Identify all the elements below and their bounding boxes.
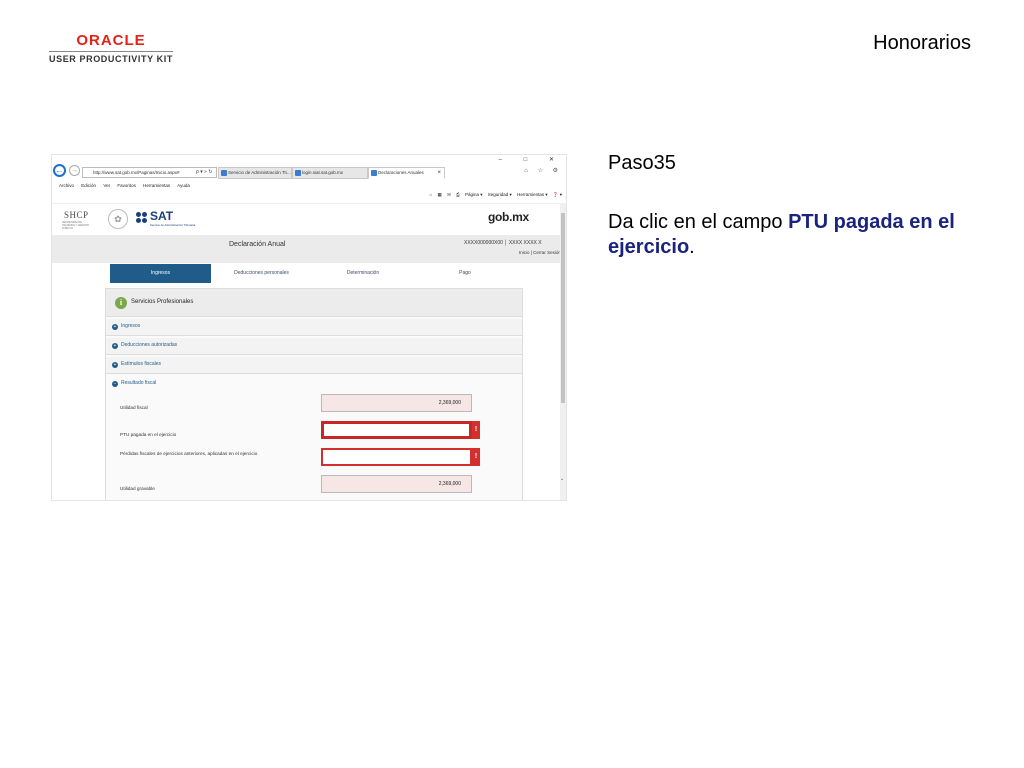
declaration-title: Declaración Anual (229, 241, 286, 248)
page-scrollbar[interactable]: ⌄ (560, 203, 566, 500)
site-header: SHCP SECRETARÍA DE HACIENDA Y CRÉDITO PÚ… (52, 203, 566, 235)
window-controls[interactable]: – □ ✕ (499, 156, 564, 163)
error-alert-icon: ! (472, 448, 480, 466)
section-label: Estímulos fiscales (121, 361, 162, 367)
command-bar: ⌂ ▦ ✉ ⎙ Página ▾ Seguridad ▾ Herramienta… (426, 190, 562, 200)
declaration-tabs: Ingresos Deducciones personales Determin… (110, 264, 524, 283)
browser-screenshot: ← → http://www.sat.gob.mx/Paginas/Inicio… (51, 154, 567, 501)
utilidad-fiscal-field: 2,369,000 (321, 394, 472, 412)
section-label: Ingresos (121, 323, 141, 329)
taxpayer-rfc: XXXX000000X00 │ XXXX XXXX X (464, 240, 542, 246)
home-icon[interactable]: ⌂ (430, 192, 433, 197)
chevron-down-icon[interactable]: ⌄ (560, 476, 564, 482)
collapse-icon: − (112, 381, 118, 387)
forward-arrow-icon[interactable]: → (69, 165, 80, 176)
oracle-wordmark: ORACLE (76, 32, 146, 49)
error-alert-icon: ! (472, 421, 480, 439)
tab-deducciones-personales[interactable]: Deducciones personales (211, 264, 312, 283)
info-icon: i (115, 297, 127, 309)
sat-dots-icon (136, 212, 148, 224)
perdidas-fiscales-input[interactable] (321, 448, 472, 466)
expand-icon: + (112, 343, 118, 349)
browser-tab-label: login.siat.sat.gob.mx (302, 170, 344, 175)
instruction-suffix: . (689, 236, 695, 258)
home-star-gear-icons[interactable]: ⌂ ☆ ⚙ (524, 167, 562, 174)
section-estimulos-fiscales[interactable]: + Estímulos fiscales (106, 357, 522, 374)
scrollbar-thumb[interactable] (561, 213, 565, 403)
section-resultado-fiscal[interactable]: − Resultado fiscal (106, 376, 522, 393)
utilidad-gravable-field: 2,369,000 (321, 475, 472, 493)
upk-label: USER PRODUCTIVITY KIT (49, 54, 173, 64)
browser-menubar: Archivo Edición Ver Favoritos Herramient… (52, 181, 566, 190)
browser-tab-login[interactable]: login.siat.sat.gob.mx (292, 167, 368, 179)
back-arrow-icon[interactable]: ← (53, 164, 66, 177)
gobmx-logo[interactable]: gob.mx (488, 210, 529, 224)
national-seal-icon: ✿ (108, 209, 128, 229)
expand-icon: + (112, 362, 118, 368)
browser-tab-declaraciones[interactable]: Declaraciones Anuales × (368, 167, 445, 179)
menu-herramientas[interactable]: Herramientas (143, 183, 170, 188)
declaration-header: Declaración Anual XXXX000000X00 │ XXXX X… (52, 235, 561, 263)
browser-tab-label: Declaraciones Anuales (378, 170, 424, 175)
instruction-prefix: Da clic en el campo (608, 211, 789, 233)
page-favicon-icon (221, 170, 227, 176)
utilidad-fiscal-label: Utilidad fiscal (120, 405, 148, 410)
tab-determinacion[interactable]: Determinación (312, 264, 414, 283)
ie-favicon-icon (295, 170, 301, 176)
address-controls[interactable]: ρ ▾ » ↻ (196, 167, 213, 177)
cmd-help[interactable]: ❓ ▾ (553, 192, 562, 197)
browser-tabbar: ← → http://www.sat.gob.mx/Paginas/Inicio… (52, 155, 566, 181)
shcp-subtitle: SECRETARÍA DE HACIENDA Y CRÉDITO PÚBLICO (62, 221, 89, 230)
session-links[interactable]: Inicio | Cerrar Sesión (519, 250, 561, 255)
print-icon[interactable]: ⎙ (456, 192, 460, 197)
tab-ingresos[interactable]: Ingresos (110, 264, 211, 283)
menu-ver[interactable]: Ver (103, 183, 110, 188)
cmd-seguridad[interactable]: Seguridad ▾ (488, 192, 512, 197)
mail-icon[interactable]: ✉ (447, 192, 451, 197)
section-label: Resultado fiscal (121, 380, 157, 386)
ptu-pagada-input[interactable] (321, 421, 472, 439)
document-title: Honorarios (873, 32, 971, 54)
perdidas-fiscales-label: Pérdidas fiscales de ejercicios anterior… (120, 451, 258, 456)
feeds-icon[interactable]: ▦ (438, 192, 442, 197)
sat-logo: SAT (150, 209, 174, 223)
utilidad-gravable-label: Utilidad gravable (120, 486, 155, 491)
ptu-pagada-label: PTU pagada en el ejercicio (120, 432, 177, 437)
close-tab-icon[interactable]: × (437, 168, 441, 178)
logo-divider (49, 51, 173, 52)
section-ingresos[interactable]: + Ingresos (106, 319, 522, 336)
panel-header: i Servicios Profesionales (106, 289, 522, 317)
menu-ayuda[interactable]: Ayuda (177, 183, 190, 188)
form-panel: i Servicios Profesionales + Ingresos + D… (105, 288, 523, 500)
menu-edicion[interactable]: Edición (81, 183, 96, 188)
menu-archivo[interactable]: Archivo (59, 183, 74, 188)
panel-title: Servicios Profesionales (131, 299, 194, 305)
step-number: Paso35 (608, 152, 676, 174)
step-instruction: Da clic en el campo PTU pagada en el eje… (608, 210, 988, 260)
browser-tab-sat[interactable]: Servicio de Administración Tri... (218, 167, 292, 179)
section-deducciones-autorizadas[interactable]: + Deducciones autorizadas (106, 338, 522, 355)
cmd-herramientas[interactable]: Herramientas ▾ (517, 192, 548, 197)
tab-pago[interactable]: Pago (414, 264, 516, 283)
ie-favicon-icon (371, 170, 377, 176)
browser-tab-label: Servicio de Administración Tri... (228, 170, 291, 175)
menu-favoritos[interactable]: Favoritos (117, 183, 136, 188)
shcp-logo: SHCP (64, 210, 89, 220)
oracle-logo: ORACLE USER PRODUCTIVITY KIT (49, 33, 175, 67)
cmd-pagina[interactable]: Página ▾ (465, 192, 483, 197)
sat-subtitle: Servicio de Administración Tributaria (150, 223, 196, 227)
expand-icon: + (112, 324, 118, 330)
section-label: Deducciones autorizadas (121, 342, 178, 348)
